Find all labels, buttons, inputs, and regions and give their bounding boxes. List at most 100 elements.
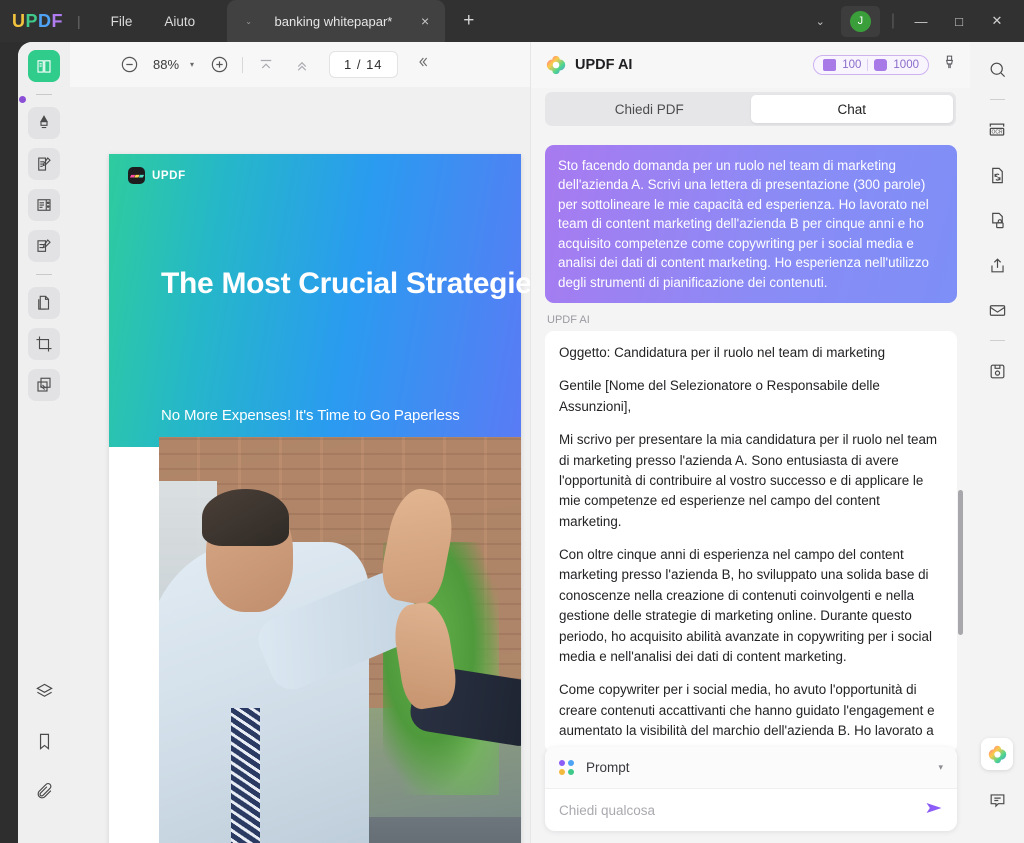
user-message-bubble: Sto facendo domanda per un ruolo nel tea… bbox=[545, 145, 957, 304]
updf-ai-panel: UPDF AI 100 1000 Chiedi PDF Chat Sto fac… bbox=[530, 42, 970, 843]
updf-ai-button[interactable] bbox=[981, 738, 1013, 770]
minimize-button[interactable]: — bbox=[902, 0, 940, 42]
sidebar-item-organize-pages[interactable] bbox=[28, 287, 60, 319]
page-indicator[interactable]: 1 / 14 bbox=[329, 51, 398, 78]
sidebar-item-bookmark[interactable] bbox=[28, 725, 60, 757]
status-indicator-dot bbox=[19, 96, 26, 103]
chevron-down-icon-menu[interactable]: ⌄ bbox=[804, 7, 837, 36]
right-rail-divider-2 bbox=[989, 340, 1005, 341]
pdf-toolbar: 88% ▾ 1 / 14 bbox=[70, 42, 530, 87]
page-credit-icon bbox=[823, 59, 837, 71]
rail-divider-1 bbox=[36, 94, 52, 95]
toolbar-divider bbox=[242, 56, 244, 73]
menu-file[interactable]: File bbox=[95, 8, 149, 35]
title-bar: UPDF | File Aiuto ⌄ banking whitepapar* … bbox=[0, 0, 1024, 42]
updf-ai-logo-icon bbox=[546, 55, 566, 75]
clear-chat-button[interactable] bbox=[941, 54, 958, 76]
prompt-composer: Prompt ▾ bbox=[545, 747, 957, 831]
pdf-page-1: ▰ ▰ ▰ UPDF The Most Crucial Strategies No … bbox=[109, 154, 530, 843]
protect-pdf-icon[interactable] bbox=[981, 204, 1013, 236]
sidebar-item-layers[interactable] bbox=[28, 675, 60, 707]
zoom-level: 88% bbox=[152, 57, 180, 72]
titlebar-divider: | bbox=[77, 13, 81, 29]
zoom-in-button[interactable] bbox=[206, 52, 232, 78]
sidebar-item-highlight-tool[interactable] bbox=[28, 107, 60, 139]
right-rail-bottom-group bbox=[981, 738, 1013, 843]
main-body: 88% ▾ 1 / 14 ▰ ▰ ▰ UPDF The Most Crucial… bbox=[0, 42, 1024, 843]
prompt-selector[interactable]: Prompt ▾ bbox=[545, 747, 957, 789]
message-credit-icon bbox=[874, 59, 888, 71]
sidebar-item-comment-tool[interactable] bbox=[28, 230, 60, 262]
right-rail-divider-1 bbox=[989, 99, 1005, 100]
send-icon[interactable] bbox=[923, 798, 945, 823]
credits-badge[interactable]: 100 1000 bbox=[813, 55, 929, 75]
ai-paragraph: Mi scrivo per presentare la mia candidat… bbox=[559, 432, 938, 529]
tab-chiedi-pdf[interactable]: Chiedi PDF bbox=[548, 95, 751, 123]
app-logo: UPDF bbox=[12, 11, 63, 32]
sidebar-item-crop-page[interactable] bbox=[28, 328, 60, 360]
account-button[interactable]: J bbox=[840, 5, 880, 37]
rail-divider-2 bbox=[36, 274, 52, 275]
ai-paragraph: Con oltre cinque anni di esperienza nel … bbox=[559, 547, 932, 664]
close-icon[interactable]: × bbox=[421, 13, 429, 29]
document-tab[interactable]: ⌄ banking whitepapar* × bbox=[227, 0, 446, 42]
convert-pdf-icon[interactable] bbox=[981, 159, 1013, 191]
avatar: J bbox=[849, 10, 871, 32]
logo-letter-d: D bbox=[38, 10, 52, 31]
ai-message-bubble: Oggetto: Candidatura per il ruolo nel te… bbox=[545, 331, 957, 754]
sidebar-item-attachment[interactable] bbox=[28, 775, 60, 807]
save-icon[interactable] bbox=[981, 355, 1013, 387]
pdf-viewer[interactable]: ▰ ▰ ▰ UPDF The Most Crucial Strategies No … bbox=[70, 87, 530, 843]
credits-divider bbox=[867, 59, 869, 71]
sidebar-item-batch-process[interactable] bbox=[28, 369, 60, 401]
ai-panel-header: UPDF AI 100 1000 bbox=[531, 42, 970, 88]
page-credits: 100 bbox=[842, 59, 862, 71]
prompt-label: Prompt bbox=[586, 760, 630, 775]
tab-chat[interactable]: Chat bbox=[750, 95, 953, 123]
svg-text:OCR: OCR bbox=[991, 129, 1003, 135]
fit-page-button[interactable] bbox=[253, 52, 279, 78]
ai-mode-tabs: Chiedi PDF Chat bbox=[545, 92, 956, 126]
logo-letter-u: U bbox=[12, 10, 26, 31]
ai-sender-label: UPDF AI bbox=[547, 314, 590, 327]
left-rail-bottom-group bbox=[28, 675, 60, 843]
pdf-updf-logo: ▰ ▰ ▰ UPDF bbox=[128, 167, 186, 184]
tab-title: banking whitepapar* bbox=[274, 13, 393, 29]
collapse-panel-button[interactable] bbox=[414, 54, 430, 75]
ai-panel-title: UPDF AI bbox=[575, 57, 633, 73]
sidebar-item-reader-mode[interactable] bbox=[28, 50, 60, 82]
titlebar-divider-2: | bbox=[890, 12, 895, 29]
chevron-down-icon-zoom[interactable]: ▾ bbox=[190, 60, 194, 69]
chat-input[interactable] bbox=[559, 802, 923, 818]
email-icon[interactable] bbox=[981, 294, 1013, 326]
logo-letter-f: F bbox=[51, 10, 64, 31]
chat-message-list[interactable]: Sto facendo domanda per un ruolo nel tea… bbox=[531, 136, 971, 776]
scroll-top-button[interactable] bbox=[289, 52, 315, 78]
pdf-title: The Most Crucial Strategies bbox=[161, 267, 530, 300]
pdf-hero-banner: ▰ ▰ ▰ UPDF The Most Crucial Strategies No … bbox=[109, 154, 530, 447]
message-credits: 1000 bbox=[893, 59, 919, 71]
maximize-button[interactable]: □ bbox=[940, 0, 978, 42]
updf-application-window: UPDF | File Aiuto ⌄ banking whitepapar* … bbox=[0, 0, 1024, 843]
ai-paragraph: Oggetto: Candidatura per il ruolo nel te… bbox=[559, 345, 886, 361]
workspace-sheet: 88% ▾ 1 / 14 ▰ ▰ ▰ UPDF The Most Crucial… bbox=[18, 42, 1024, 843]
share-icon[interactable] bbox=[981, 249, 1013, 281]
titlebar-right-group: ⌄ J | — □ ✕ bbox=[804, 0, 1024, 42]
sidebar-item-edit-pdf[interactable] bbox=[28, 148, 60, 180]
ai-paragraph: Gentile [Nome del Selezionatore o Respon… bbox=[559, 378, 880, 414]
pdf-subtitle: No More Expenses! It's Time to Go Paperl… bbox=[161, 407, 460, 424]
menu-aiuto[interactable]: Aiuto bbox=[148, 8, 211, 35]
pdf-hero-photo bbox=[159, 437, 521, 843]
chevron-down-icon-prompt[interactable]: ▾ bbox=[938, 762, 943, 773]
zoom-out-button[interactable] bbox=[116, 52, 142, 78]
right-tool-rail: OCR bbox=[970, 42, 1024, 843]
comments-icon[interactable] bbox=[981, 784, 1013, 816]
search-icon[interactable] bbox=[981, 53, 1013, 85]
ocr-icon[interactable]: OCR bbox=[981, 114, 1013, 146]
new-tab-button[interactable]: + bbox=[463, 10, 474, 32]
prompt-dots-icon bbox=[559, 759, 575, 776]
chat-scrollbar[interactable] bbox=[958, 490, 963, 635]
window-close-button[interactable]: ✕ bbox=[978, 0, 1016, 42]
ai-paragraph: Come copywriter per i social media, ho a… bbox=[559, 682, 935, 739]
sidebar-item-edit-form[interactable] bbox=[28, 189, 60, 221]
